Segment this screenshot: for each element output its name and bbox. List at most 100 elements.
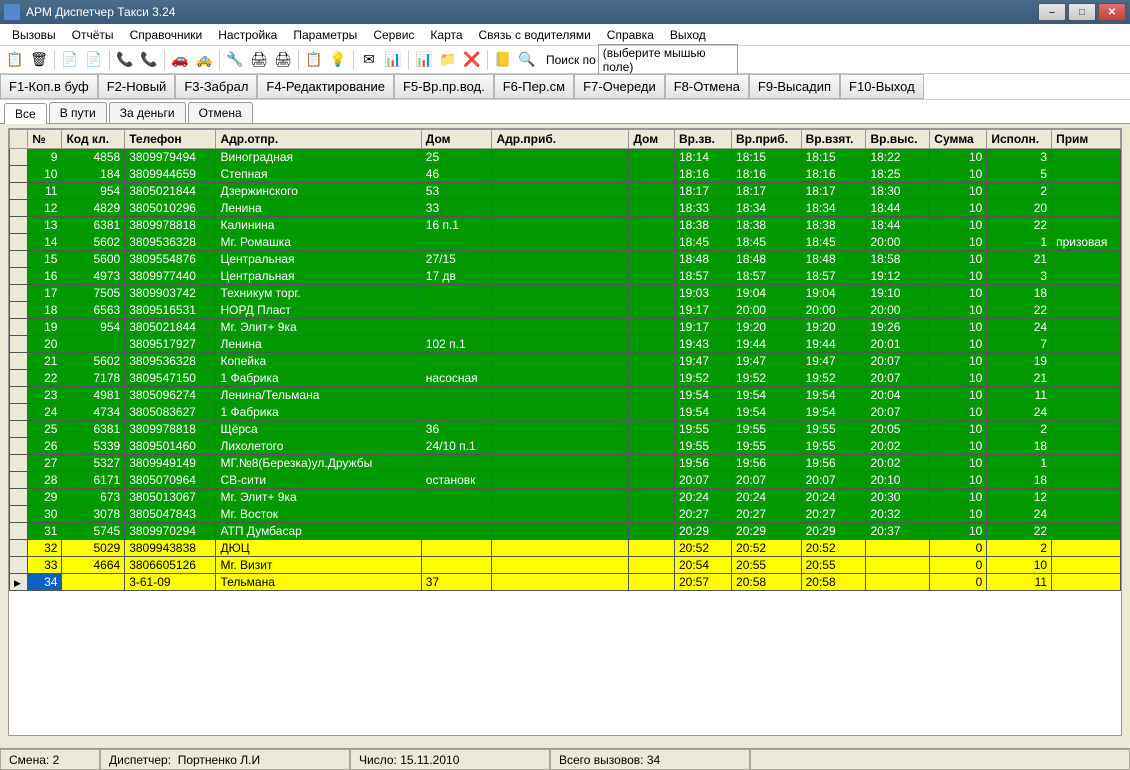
menu-2[interactable]: Справочники — [122, 26, 211, 44]
menu-5[interactable]: Сервис — [365, 26, 422, 44]
toolbar-btn-9[interactable]: 🖨 — [248, 49, 270, 71]
col-9[interactable]: Вр.взят. — [801, 130, 866, 149]
table-row[interactable]: 101843809944659Степная4618:1618:1618:161… — [10, 166, 1121, 183]
status-dispatcher: Диспетчер: Портненко Л.И — [100, 749, 350, 770]
table-row[interactable]: 2753273809949149МГ.№8(Березка)ул.Дружбы1… — [10, 455, 1121, 472]
col-6[interactable]: Дом — [629, 130, 675, 149]
menu-6[interactable]: Карта — [422, 26, 470, 44]
toolbar-btn-0[interactable]: 📋 — [4, 49, 26, 71]
col-11[interactable]: Сумма — [930, 130, 987, 149]
table-row[interactable]: 203809517927Ленина102 п.119:4319:4419:44… — [10, 336, 1121, 353]
toolbar-btn-18[interactable]: 📒 — [492, 49, 514, 71]
fkey-2[interactable]: F2-Новый — [98, 74, 176, 99]
table-row[interactable]: 3346643806605126Мг. Визит20:5420:5520:55… — [10, 557, 1121, 574]
status-date: Число: 15.11.2010 — [350, 749, 550, 770]
search-field[interactable]: (выберите мышью поле) — [598, 44, 738, 76]
table-row[interactable]: 22717838095471501 Фабриканасосная19:5219… — [10, 370, 1121, 387]
col-12[interactable]: Исполн. — [987, 130, 1052, 149]
table-row[interactable]: 3250293809943838ДЮЦ20:5220:5220:5202 — [10, 540, 1121, 557]
table-row[interactable]: 1775053809903742Техникум торг.19:0319:04… — [10, 285, 1121, 302]
table-row[interactable]: 119543805021844Дзержинского5318:1718:171… — [10, 183, 1121, 200]
toolbar-btn-17[interactable]: ❌ — [461, 49, 483, 71]
menu-9[interactable]: Выход — [662, 26, 714, 44]
table-row[interactable]: 296733805013067Мг. Элит+ 9ка20:2420:2420… — [10, 489, 1121, 506]
fkey-9[interactable]: F9-Высадип — [749, 74, 840, 99]
toolbar-btn-14[interactable]: 📊 — [382, 49, 404, 71]
table-row[interactable]: 2861713805070964СВ-ситиостановк20:0720:0… — [10, 472, 1121, 489]
col-7[interactable]: Вр.зв. — [674, 130, 731, 149]
toolbar-btn-7[interactable]: 🚕 — [193, 49, 215, 71]
toolbar-btn-19[interactable]: 🔍 — [516, 49, 538, 71]
table-row[interactable]: 1556003809554876Центральная27/1518:4818:… — [10, 251, 1121, 268]
table-row[interactable]: 1363813809978818Калинина16 п.118:3818:38… — [10, 217, 1121, 234]
fkey-8[interactable]: F8-Отмена — [665, 74, 749, 99]
menu-3[interactable]: Настройка — [210, 26, 285, 44]
fkey-10[interactable]: F10-Выход — [840, 74, 924, 99]
col-4[interactable]: Дом — [421, 130, 492, 149]
minimize-button[interactable]: – — [1038, 3, 1066, 21]
toolbar-btn-10[interactable]: 🖨 — [272, 49, 294, 71]
col-0[interactable]: № — [28, 130, 62, 149]
table-row[interactable]: 24473438050836271 Фабрика19:5419:5419:54… — [10, 404, 1121, 421]
fkey-7[interactable]: F7-Очереди — [574, 74, 665, 99]
search-label: Поиск по — [546, 53, 596, 67]
toolbar-btn-16[interactable]: 📁 — [437, 49, 459, 71]
table-row[interactable]: 1649733809977440Центральная17 дв18:5718:… — [10, 268, 1121, 285]
table-row[interactable]: 2349813805096274Ленина/Тельмана19:5419:5… — [10, 387, 1121, 404]
toolbar-btn-15[interactable]: 📊 — [413, 49, 435, 71]
toolbar-btn-2[interactable]: 📄 — [59, 49, 81, 71]
table-row[interactable]: 948583809979494Виноградная2518:1418:1518… — [10, 149, 1121, 166]
table-row[interactable]: 1456023809536328Мг. Ромашка18:4518:4518:… — [10, 234, 1121, 251]
menu-bar: ВызовыОтчётыСправочникиНастройкаПараметр… — [0, 24, 1130, 46]
table-row[interactable]: 1865633809516531НОРД Пласт19:1720:0020:0… — [10, 302, 1121, 319]
col-13[interactable]: Прим — [1052, 130, 1121, 149]
fkey-1[interactable]: F1-Коп.в буф — [0, 74, 98, 99]
table-row[interactable]: 2563813809978818Щёрса3619:5519:5519:5520… — [10, 421, 1121, 438]
tab-3[interactable]: Отмена — [188, 102, 253, 123]
toolbar-btn-12[interactable]: 💡 — [327, 49, 349, 71]
col-8[interactable]: Вр.приб. — [732, 130, 802, 149]
menu-8[interactable]: Справка — [599, 26, 662, 44]
table-row[interactable]: 2156023809536328Копейка19:4719:4719:4720… — [10, 353, 1121, 370]
fkey-3[interactable]: F3-Забрал — [175, 74, 257, 99]
table-row[interactable]: 199543805021844Мг. Элит+ 9ка19:1719:2019… — [10, 319, 1121, 336]
title-bar: АРМ Диспетчер Такси 3.24 – □ ✕ — [0, 0, 1130, 24]
table-row[interactable]: 343-61-09Тельмана3720:5720:5820:58011 — [10, 574, 1121, 591]
toolbar-btn-6[interactable]: 🚗 — [169, 49, 191, 71]
toolbar-btn-11[interactable]: 📋 — [303, 49, 325, 71]
fkey-bar: F1-Коп.в буфF2-НовыйF3-ЗабралF4-Редактир… — [0, 74, 1130, 100]
table-row[interactable]: 3157453809970294АТП Думбасар20:2920:2920… — [10, 523, 1121, 540]
app-icon — [4, 4, 20, 20]
tab-0[interactable]: Все — [4, 103, 47, 124]
col-2[interactable]: Телефон — [125, 130, 216, 149]
toolbar-btn-1[interactable]: 🗑 — [28, 49, 50, 71]
menu-7[interactable]: Связь с водителями — [471, 26, 599, 44]
table-row[interactable]: 2653393809501460Лихолетого24/10 п.119:55… — [10, 438, 1121, 455]
fkey-5[interactable]: F5-Вр.пр.вод. — [394, 74, 494, 99]
toolbar-btn-13[interactable]: ✉ — [358, 49, 380, 71]
calls-grid[interactable]: №Код кл.ТелефонАдр.отпр.ДомАдр.приб.ДомВ… — [8, 128, 1122, 736]
tab-2[interactable]: За деньги — [109, 102, 186, 123]
tab-1[interactable]: В пути — [49, 102, 107, 123]
status-smena: Смена: 2 — [0, 749, 100, 770]
table-row[interactable]: 1248293805010296Ленина3318:3318:3418:341… — [10, 200, 1121, 217]
menu-1[interactable]: Отчёты — [64, 26, 122, 44]
toolbar-btn-3[interactable]: 📄 — [83, 49, 105, 71]
toolbar-btn-5[interactable]: 📞 — [138, 49, 160, 71]
col-3[interactable]: Адр.отпр. — [216, 130, 421, 149]
maximize-button[interactable]: □ — [1068, 3, 1096, 21]
fkey-4[interactable]: F4-Редактирование — [257, 74, 394, 99]
window-title: АРМ Диспетчер Такси 3.24 — [26, 5, 1038, 19]
close-button[interactable]: ✕ — [1098, 3, 1126, 21]
table-row[interactable]: 3030783805047843Мг. Восток20:2720:2720:2… — [10, 506, 1121, 523]
menu-0[interactable]: Вызовы — [4, 26, 64, 44]
col-1[interactable]: Код кл. — [62, 130, 125, 149]
status-bar: Смена: 2 Диспетчер: Портненко Л.И Число:… — [0, 748, 1130, 770]
toolbar-btn-8[interactable]: 🔧 — [224, 49, 246, 71]
status-total: Всего вызовов: 34 — [550, 749, 750, 770]
col-10[interactable]: Вр.выс. — [866, 130, 930, 149]
menu-4[interactable]: Параметры — [285, 26, 365, 44]
toolbar-btn-4[interactable]: 📞 — [114, 49, 136, 71]
fkey-6[interactable]: F6-Пер.см — [494, 74, 574, 99]
col-5[interactable]: Адр.приб. — [492, 130, 629, 149]
